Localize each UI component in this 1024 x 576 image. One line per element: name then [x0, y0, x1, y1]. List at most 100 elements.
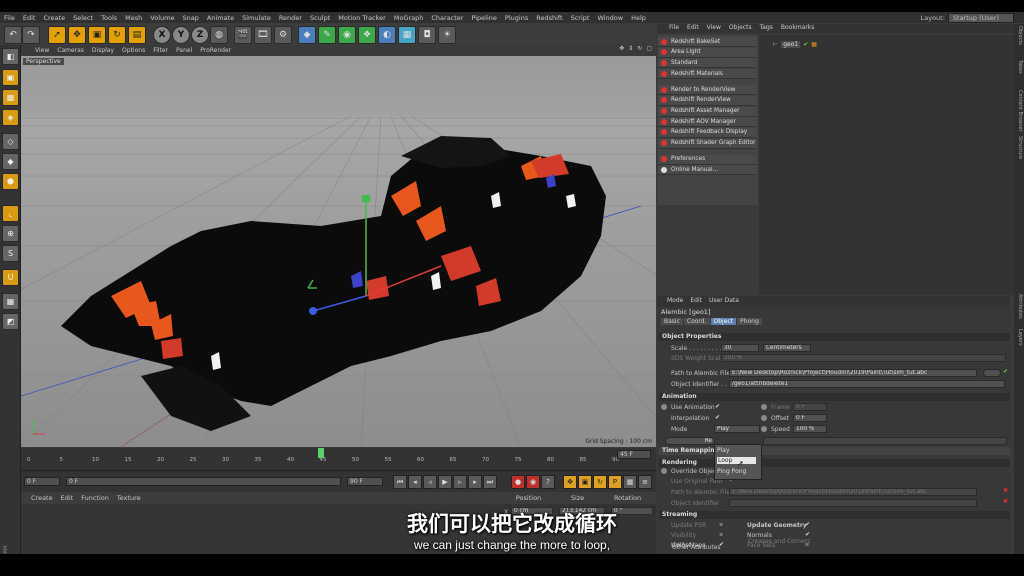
redshift-menu-item[interactable]: Redshift Materials — [658, 69, 756, 80]
menu-item-mesh[interactable]: Mesh — [121, 14, 146, 22]
frame-radio-icon[interactable] — [761, 404, 767, 410]
viewport-menu-options[interactable]: Options — [118, 47, 149, 54]
redshift-menu-item[interactable]: Redshift RenderView — [658, 95, 756, 106]
viewport-menu-panel[interactable]: Panel — [172, 47, 196, 54]
attr-menu-edit[interactable]: Edit — [690, 297, 702, 306]
start-frame-field[interactable]: 0 F — [24, 477, 60, 486]
viewport-menu-cameras[interactable]: Cameras — [53, 47, 88, 54]
grid-icon[interactable]: ▦ — [2, 293, 19, 310]
menu-item-redshift[interactable]: Redshift — [532, 14, 566, 22]
use-animation-checkbox[interactable]: ✔ — [715, 403, 720, 410]
redshift-menu-item[interactable]: Render to RenderView — [658, 85, 756, 96]
rotation-key-icon[interactable]: ↻ — [593, 475, 607, 489]
redshift-menu-item[interactable]: Online Manual... — [658, 165, 756, 176]
tweak-mode-icon[interactable]: ⊕ — [2, 225, 19, 242]
menu-item-mograph[interactable]: MoGraph — [390, 14, 428, 22]
snapping-icon[interactable]: S — [2, 245, 19, 262]
menu-item-file[interactable]: File — [0, 14, 19, 22]
menu-item-render[interactable]: Render — [275, 14, 306, 22]
alembic-path-field[interactable]: E:\New Desktop\Roznick\Project\Houdini\2… — [729, 369, 977, 377]
cloner-icon[interactable]: ❖ — [358, 26, 376, 44]
animate-radio-icon[interactable] — [661, 404, 667, 410]
next-frame-icon[interactable]: ▹ — [453, 475, 467, 489]
layout-dropdown[interactable]: Startup (User) — [947, 12, 1014, 23]
viewport-menu-view[interactable]: View — [31, 47, 53, 54]
current-frame-field[interactable]: 45 F — [617, 450, 651, 459]
recent-tool-icon[interactable]: ▤ — [128, 26, 146, 44]
viewport-menu-prorender[interactable]: ProRender — [196, 47, 235, 54]
timeline-ruler[interactable]: 0 5 10 15 20 25 30 35 40 45 50 55 60 65 70 75 80 85 90 45 … — [21, 448, 656, 470]
om-menu-file[interactable]: File — [665, 24, 683, 33]
scale-unit-dropdown[interactable]: Centimeters — [763, 344, 811, 352]
redshift-menu-item[interactable]: Redshift Asset Manager — [658, 106, 756, 117]
reset-button[interactable]: Re — [665, 437, 715, 445]
menu-item-edit[interactable]: Edit — [19, 14, 40, 22]
zoom-icon[interactable]: ⇕ — [628, 45, 633, 52]
redshift-menu-item[interactable]: Area Light — [658, 47, 756, 58]
menu-item-script[interactable]: Script — [567, 14, 594, 22]
go-to-start-icon[interactable]: ⏮ — [393, 475, 407, 489]
redshift-menu-item[interactable]: Redshift Shader Graph Editor — [658, 138, 756, 149]
record-active-icon[interactable]: ● — [511, 475, 525, 489]
menu-item-create[interactable]: Create — [39, 14, 69, 22]
redshift-menu-item[interactable]: Standard — [658, 58, 756, 69]
speed-field[interactable]: 100 % — [793, 425, 827, 433]
scale-tool-icon[interactable]: ▣ — [88, 26, 106, 44]
camera-icon[interactable]: ◘ — [418, 26, 436, 44]
edges-mode-icon[interactable]: ◆ — [2, 153, 19, 170]
interpolation-checkbox[interactable]: ✔ — [715, 414, 720, 421]
mode-dropdown[interactable]: Play — [714, 425, 760, 433]
lock-workplane-icon[interactable]: ◩ — [2, 313, 19, 330]
attr-tab-coord[interactable]: Coord. — [683, 318, 710, 325]
time-remapping-header[interactable]: Time Remappin — [659, 447, 1010, 455]
subdivision-icon[interactable]: ◉ — [338, 26, 356, 44]
browse-button[interactable] — [983, 369, 1001, 377]
axis-mode-icon[interactable]: ⌞ — [2, 205, 19, 222]
render-settings-icon[interactable]: ⚙ — [274, 26, 292, 44]
attr-menu-mode[interactable]: Mode — [667, 297, 683, 306]
attr-tab-phong[interactable]: Phong — [737, 318, 762, 325]
pen-spline-icon[interactable]: ✎ — [318, 26, 336, 44]
menu-item-character[interactable]: Character — [427, 14, 467, 22]
dropdown-option-play[interactable]: Play — [717, 447, 730, 454]
om-menu-view[interactable]: View — [703, 24, 725, 33]
scale-field[interactable]: 30 — [721, 344, 759, 352]
deformer-icon[interactable]: ◐ — [378, 26, 396, 44]
side-tab-takes[interactable]: Takes — [1015, 60, 1023, 74]
rotate-tool-icon[interactable]: ↻ — [108, 26, 126, 44]
menu-item-motion-tracker[interactable]: Motion Tracker — [334, 14, 390, 22]
viewport-menu-filter[interactable]: Filter — [149, 47, 172, 54]
side-tab-layers[interactable]: Layers — [1015, 329, 1023, 346]
maximize-view-icon[interactable]: ▢ — [646, 45, 652, 52]
end-frame-field[interactable]: 90 F — [347, 477, 383, 486]
z-axis-lock-icon[interactable]: Z — [191, 26, 209, 44]
position-key-icon[interactable]: ✥ — [563, 475, 577, 489]
play-icon[interactable]: ▶ — [438, 475, 452, 489]
orbit-icon[interactable]: ↻ — [637, 45, 642, 52]
redo-icon[interactable]: ↷ — [22, 26, 40, 44]
object-name[interactable]: geo1 — [781, 41, 801, 48]
render-view-icon[interactable]: 🎬 — [234, 26, 252, 44]
menu-item-snap[interactable]: Snap — [178, 14, 202, 22]
side-tab-objects[interactable]: Objects — [1015, 26, 1023, 45]
menu-item-sculpt[interactable]: Sculpt — [306, 14, 334, 22]
undo-icon[interactable]: ↶ — [4, 26, 22, 44]
workplane-icon[interactable]: ◈ — [2, 109, 19, 126]
visibility-check-icon[interactable]: ✔ — [803, 41, 808, 48]
next-key-icon[interactable]: ▸ — [468, 475, 482, 489]
move-tool-icon[interactable]: ✥ — [68, 26, 86, 44]
x-axis-lock-icon[interactable]: X — [153, 26, 171, 44]
override-radio-icon[interactable] — [661, 468, 667, 474]
material-menu-create[interactable]: Create — [31, 494, 53, 502]
redshift-menu-item[interactable]: Preferences — [658, 154, 756, 165]
points-mode-icon[interactable]: ◇ — [2, 133, 19, 150]
object-identifier-field[interactable]: /geo1/attribdelete1 — [729, 380, 1005, 388]
om-menu-tags[interactable]: Tags — [756, 24, 777, 33]
floor-icon[interactable]: ▦ — [398, 26, 416, 44]
om-menu-edit[interactable]: Edit — [683, 24, 703, 33]
material-menu-edit[interactable]: Edit — [61, 494, 74, 502]
timeline-settings-icon[interactable]: ≡ — [638, 475, 652, 489]
scale-key-icon[interactable]: ▣ — [578, 475, 592, 489]
menu-item-simulate[interactable]: Simulate — [238, 14, 275, 22]
texture-mode-icon[interactable]: ▩ — [2, 89, 19, 106]
